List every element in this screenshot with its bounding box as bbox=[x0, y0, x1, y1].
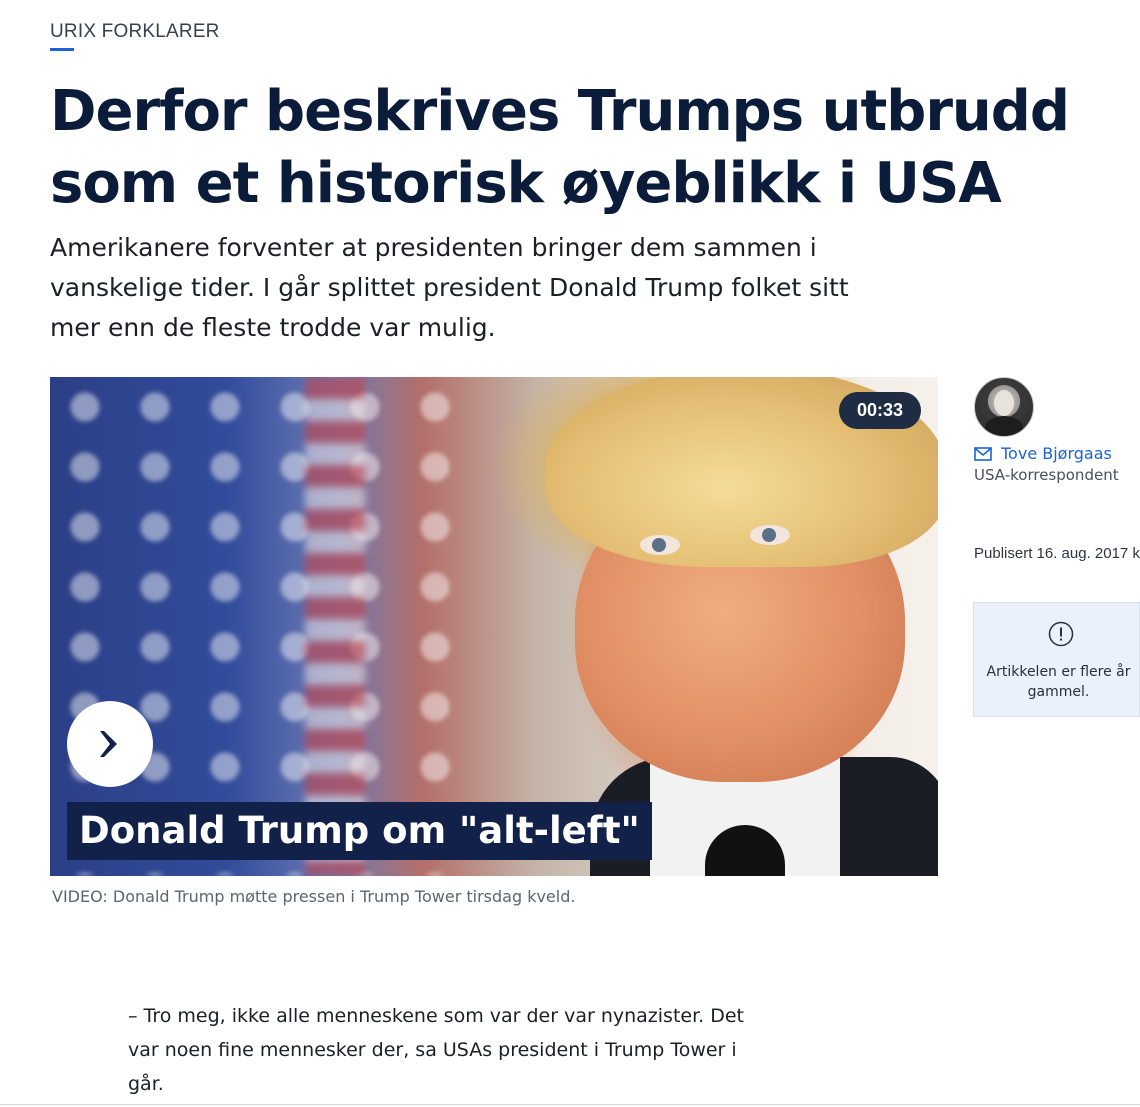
avatar-body bbox=[985, 416, 1023, 436]
article-page: URIX FORKLARER Derfor beskrives Trumps u… bbox=[0, 0, 1140, 1107]
author-avatar[interactable] bbox=[974, 377, 1034, 437]
article-lead: Amerikanere forventer at presidenten bri… bbox=[50, 233, 849, 342]
video-caption: VIDEO: Donald Trump møtte pressen i Trum… bbox=[52, 887, 576, 906]
video-player[interactable]: 00:33 Donald Trump om "alt-left" bbox=[50, 377, 938, 876]
video-duration-badge: 00:33 bbox=[838, 392, 921, 429]
kicker-underline bbox=[50, 48, 74, 51]
article-age-notice: Artikkelen er flere år gammel. bbox=[973, 602, 1140, 717]
thumbnail-eye-left bbox=[640, 535, 680, 555]
article-kicker[interactable]: URIX FORKLARER bbox=[50, 21, 220, 43]
exclamation-circle-icon bbox=[1048, 621, 1074, 647]
bottom-divider bbox=[0, 1104, 1140, 1105]
avatar-head bbox=[994, 390, 1014, 416]
chevron-right-icon bbox=[100, 731, 117, 757]
thumbnail-eye-right bbox=[750, 525, 790, 545]
author-name-link[interactable]: Tove Bjørgaas bbox=[1001, 444, 1112, 463]
age-notice-text: Artikkelen er flere år gammel. bbox=[986, 664, 1131, 700]
video-title: Donald Trump om "alt-left" bbox=[67, 802, 652, 860]
author-link-row[interactable]: Tove Bjørgaas bbox=[974, 444, 1112, 463]
author-role: USA-korrespondent bbox=[974, 466, 1119, 484]
article-headline: Derfor beskrives Trumps utbrudd som et h… bbox=[50, 79, 1070, 216]
mail-icon[interactable] bbox=[974, 446, 992, 461]
article-body-paragraph: – Tro meg, ikke alle menneskene som var … bbox=[128, 1005, 744, 1095]
published-date: Publisert 16. aug. 2017 k bbox=[974, 545, 1140, 562]
play-button[interactable] bbox=[67, 701, 153, 787]
